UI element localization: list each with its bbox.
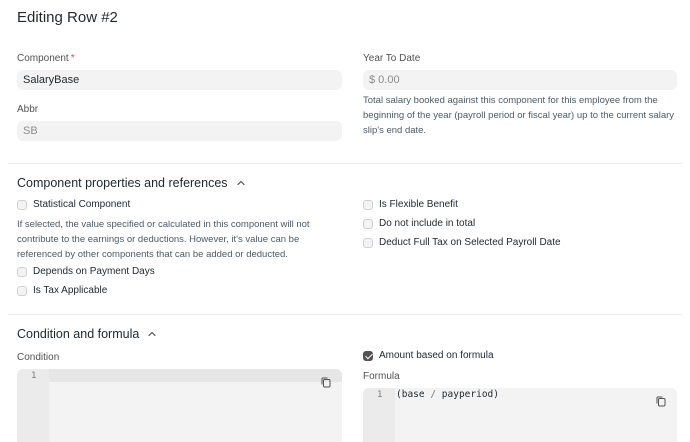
condition-editor[interactable]: 1 xyxy=(17,369,342,442)
do-not-include-in-total-checkbox[interactable]: Do not include in total xyxy=(363,218,475,229)
condition-label: Condition xyxy=(17,352,60,363)
formula-editor[interactable]: 1 (base / payperiod) xyxy=(363,388,677,442)
properties-section-header[interactable]: Component properties and references xyxy=(17,176,246,190)
checkbox-label: Statistical Component xyxy=(33,199,131,210)
formula-section-title: Condition and formula xyxy=(17,327,140,341)
chevron-up-icon[interactable] xyxy=(236,178,246,188)
component-input[interactable]: SalaryBase xyxy=(17,70,342,90)
checkbox-box[interactable] xyxy=(363,199,373,210)
checkbox-label: Deduct Full Tax on Selected Payroll Date xyxy=(379,237,561,248)
checkbox-label: Do not include in total xyxy=(379,218,476,229)
line-number: 1 xyxy=(377,390,383,400)
dialog-title: Editing Row #2 xyxy=(17,9,118,26)
formula-code-open: (base xyxy=(396,389,431,400)
abbr-label: Abbr xyxy=(17,104,39,115)
active-line xyxy=(49,369,342,382)
abbr-input[interactable]: SB xyxy=(17,121,342,141)
checkbox-box[interactable] xyxy=(363,237,373,248)
copy-icon[interactable] xyxy=(321,377,331,388)
chevron-up-icon[interactable] xyxy=(147,329,157,339)
formula-label: Formula xyxy=(363,371,400,382)
deduct-full-tax-checkbox[interactable]: Deduct Full Tax on Selected Payroll Date xyxy=(363,237,561,248)
checkbox-box[interactable] xyxy=(17,199,27,210)
section-divider xyxy=(8,163,682,164)
checkbox-label: Is Flexible Benefit xyxy=(379,199,458,210)
formula-code[interactable]: (base / payperiod) xyxy=(396,389,499,400)
line-number: 1 xyxy=(31,371,37,381)
formula-section-header[interactable]: Condition and formula xyxy=(17,327,157,341)
depends-on-payment-days-checkbox[interactable]: Depends on Payment Days xyxy=(17,266,155,277)
component-label-text: Component xyxy=(17,53,69,64)
formula-code-close: payperiod) xyxy=(436,389,499,400)
copy-icon[interactable] xyxy=(656,396,666,407)
ytd-input[interactable]: $ 0.00 xyxy=(363,70,677,90)
checkbox-box[interactable] xyxy=(363,218,373,229)
checkbox-label: Is Tax Applicable xyxy=(33,285,108,296)
properties-section-title: Component properties and references xyxy=(17,176,228,190)
checkbox-label: Amount based on formula xyxy=(379,350,494,361)
checkbox-label: Depends on Payment Days xyxy=(33,266,155,277)
is-tax-applicable-checkbox[interactable]: Is Tax Applicable xyxy=(17,285,107,296)
amount-based-on-formula-checkbox[interactable]: Amount based on formula xyxy=(363,350,494,361)
statistical-description: If selected, the value specified or calc… xyxy=(17,219,310,260)
component-label: Component * xyxy=(17,53,75,64)
is-flexible-benefit-checkbox[interactable]: Is Flexible Benefit xyxy=(363,199,458,210)
ytd-label: Year To Date xyxy=(363,53,421,64)
ytd-description: Total salary booked against this compone… xyxy=(363,95,675,136)
checkbox-box[interactable] xyxy=(363,350,373,361)
checkbox-box[interactable] xyxy=(17,266,27,277)
section-divider xyxy=(8,314,682,315)
statistical-component-checkbox[interactable]: Statistical Component xyxy=(17,199,130,210)
checkbox-box[interactable] xyxy=(17,285,27,296)
required-indicator: * xyxy=(70,53,75,64)
